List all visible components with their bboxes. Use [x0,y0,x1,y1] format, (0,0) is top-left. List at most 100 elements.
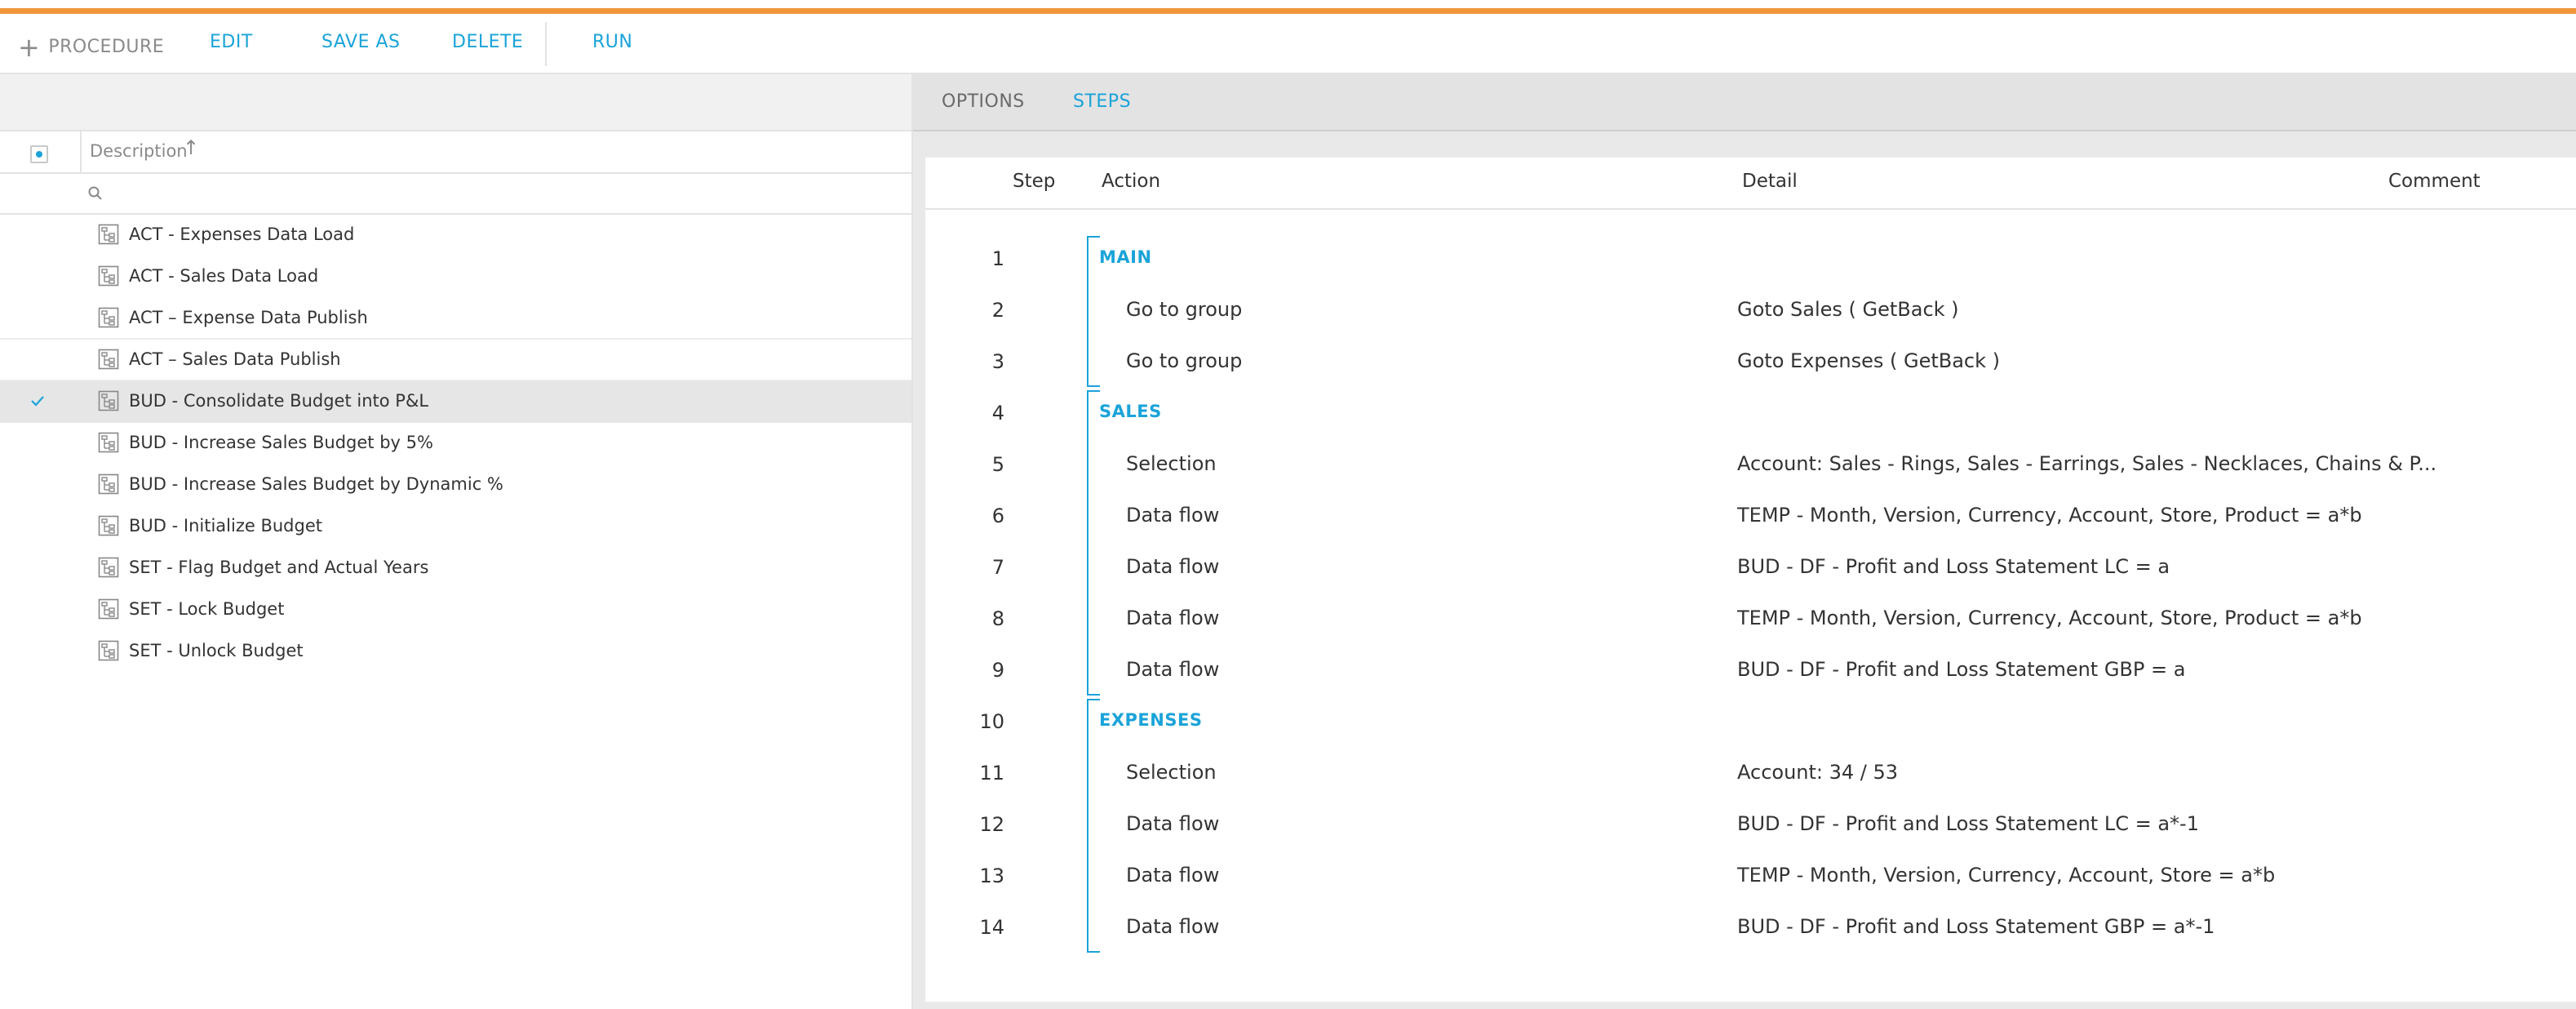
toolbar-divider [545,22,547,66]
procedure-icon [98,598,119,620]
save-as-button[interactable]: SAVE AS [321,32,400,52]
list-item-label: ACT – Expense Data Publish [129,308,368,327]
list-item[interactable]: BUD - Increase Sales Budget by Dynamic % [0,464,911,506]
step-detail: Goto Expenses ( GetBack ) [1737,349,2001,372]
step-detail: TEMP - Month, Version, Currency, Account… [1737,607,2362,629]
step-detail: Goto Sales ( GetBack ) [1737,298,1959,321]
action-column-header[interactable]: Action [1102,171,1160,192]
step-action: Go to group [1126,349,1243,372]
toolbar: + PROCEDURE EDIT SAVE AS DELETE RUN [0,14,2576,74]
step-number: 14 [979,916,1004,939]
list-item-label: BUD - Increase Sales Budget by Dynamic % [129,474,503,494]
step-action: Data flow [1126,915,1220,938]
step-row[interactable]: 11 Selection Account: 34 / 53 [925,749,2576,800]
group-bracket [1087,699,1100,953]
step-group-row[interactable]: 10 EXPENSES [925,697,2576,749]
step-number: 12 [979,813,1004,836]
procedure-icon [98,390,119,411]
step-number: 4 [991,402,1004,424]
procedure-icon [98,640,119,661]
step-row[interactable]: 14 Data flow BUD - DF - Profit and Loss St… [925,903,2576,954]
list-item[interactable]: SET - Unlock Budget [0,631,911,673]
procedure-list-pane: Description ↑ ACT - Expenses Data Load AC… [0,74,913,1009]
description-column-header[interactable]: Description [90,141,188,161]
procedure-icon [98,432,119,453]
steps-grid: Step Action Detail Comment 1 MAIN 2 Go to g… [925,158,2576,1002]
step-action: Data flow [1126,812,1220,835]
list-item[interactable]: ACT – Sales Data Publish [0,340,911,381]
list-item[interactable]: BUD - Initialize Budget [0,506,911,548]
step-number: 6 [991,504,1004,527]
sort-ascending-icon[interactable]: ↑ [183,136,199,159]
step-column-header[interactable]: Step [1013,171,1055,192]
step-number: 9 [991,659,1004,682]
step-row[interactable]: 5 Selection Account: Sales - Rings, Sales … [925,440,2576,491]
list-item-label: BUD - Increase Sales Budget by 5% [129,433,433,452]
list-item-label: SET - Flag Budget and Actual Years [129,558,429,577]
step-detail: TEMP - Month, Version, Currency, Account… [1737,864,2276,887]
step-row[interactable]: 12 Data flow BUD - DF - Profit and Loss St… [925,800,2576,851]
detail-column-header[interactable]: Detail [1742,171,1798,192]
new-procedure-button[interactable]: + PROCEDURE [18,32,164,63]
step-action: Data flow [1126,658,1220,681]
list-item[interactable]: ACT – Expense Data Publish [0,298,911,340]
list-item[interactable]: BUD - Consolidate Budget into P&L [0,381,911,423]
tab-bar: OPTIONS STEPS [913,74,2576,131]
list-item[interactable]: ACT - Sales Data Load [0,256,911,298]
procedure-icon [98,515,119,536]
step-group-label: EXPENSES [1099,710,1203,730]
list-item-label: SET - Lock Budget [129,599,285,619]
step-number: 1 [991,247,1004,270]
step-detail: Account: Sales - Rings, Sales - Earrings… [1737,452,2437,475]
step-group-label: MAIN [1099,247,1152,267]
list-item[interactable]: SET - Lock Budget [0,589,911,631]
step-row[interactable]: 9 Data flow BUD - DF - Profit and Loss Sta… [925,646,2576,697]
step-number: 11 [979,762,1004,785]
step-action: Data flow [1126,504,1220,527]
step-detail: BUD - DF - Profit and Loss Statement LC … [1737,555,2170,578]
step-row[interactable]: 8 Data flow TEMP - Month, Version, Currenc… [925,594,2576,646]
tab-steps[interactable]: STEPS [1073,91,1131,112]
step-group-row[interactable]: 4 SALES [925,389,2576,440]
step-group-row[interactable]: 1 MAIN [925,234,2576,286]
group-bracket [1087,236,1100,387]
procedure-icon [98,307,119,328]
top-accent-bar [0,8,2576,14]
step-row[interactable]: 7 Data flow BUD - DF - Profit and Loss Sta… [925,543,2576,594]
step-row[interactable]: 6 Data flow TEMP - Month, Version, Currenc… [925,491,2576,543]
step-action: Selection [1126,452,1217,475]
list-column-header: Description ↑ [0,131,911,174]
list-item-label: ACT – Sales Data Publish [129,349,341,369]
tab-options[interactable]: OPTIONS [942,91,1025,112]
list-item-label: ACT - Sales Data Load [129,266,319,286]
list-item-label: BUD - Consolidate Budget into P&L [129,391,429,411]
steps-grid-header: Step Action Detail Comment [925,158,2576,210]
plus-icon: + [18,32,41,63]
group-bracket [1087,390,1100,696]
list-item-label: SET - Unlock Budget [129,641,304,660]
procedure-icon [98,265,119,287]
step-action: Go to group [1126,298,1243,321]
run-button[interactable]: RUN [592,32,632,52]
delete-button[interactable]: DELETE [452,32,523,52]
select-all-checkbox[interactable] [30,145,48,163]
edit-button[interactable]: EDIT [210,32,253,52]
step-action: Data flow [1126,555,1220,578]
list-item[interactable]: SET - Flag Budget and Actual Years [0,548,911,589]
step-number: 13 [979,865,1004,887]
list-item[interactable]: BUD - Increase Sales Budget by 5% [0,423,911,464]
step-row[interactable]: 3 Go to group Goto Expenses ( GetBack ) [925,337,2576,389]
procedure-icon [98,224,119,245]
list-item[interactable]: ACT - Expenses Data Load [0,215,911,256]
list-item-label: BUD - Initialize Budget [129,516,322,536]
checkmark-icon[interactable] [29,393,46,409]
step-detail: BUD - DF - Profit and Loss Statement LC … [1737,812,2199,835]
step-action: Selection [1126,761,1217,784]
search-icon[interactable] [86,184,104,202]
comment-column-header[interactable]: Comment [2388,171,2481,192]
procedure-list: ACT - Expenses Data Load ACT - Sales Data… [0,215,911,673]
column-divider [80,131,82,172]
step-row[interactable]: 2 Go to group Goto Sales ( GetBack ) [925,286,2576,337]
filter-row[interactable] [0,174,911,215]
step-row[interactable]: 13 Data flow TEMP - Month, Version, Curren… [925,851,2576,903]
